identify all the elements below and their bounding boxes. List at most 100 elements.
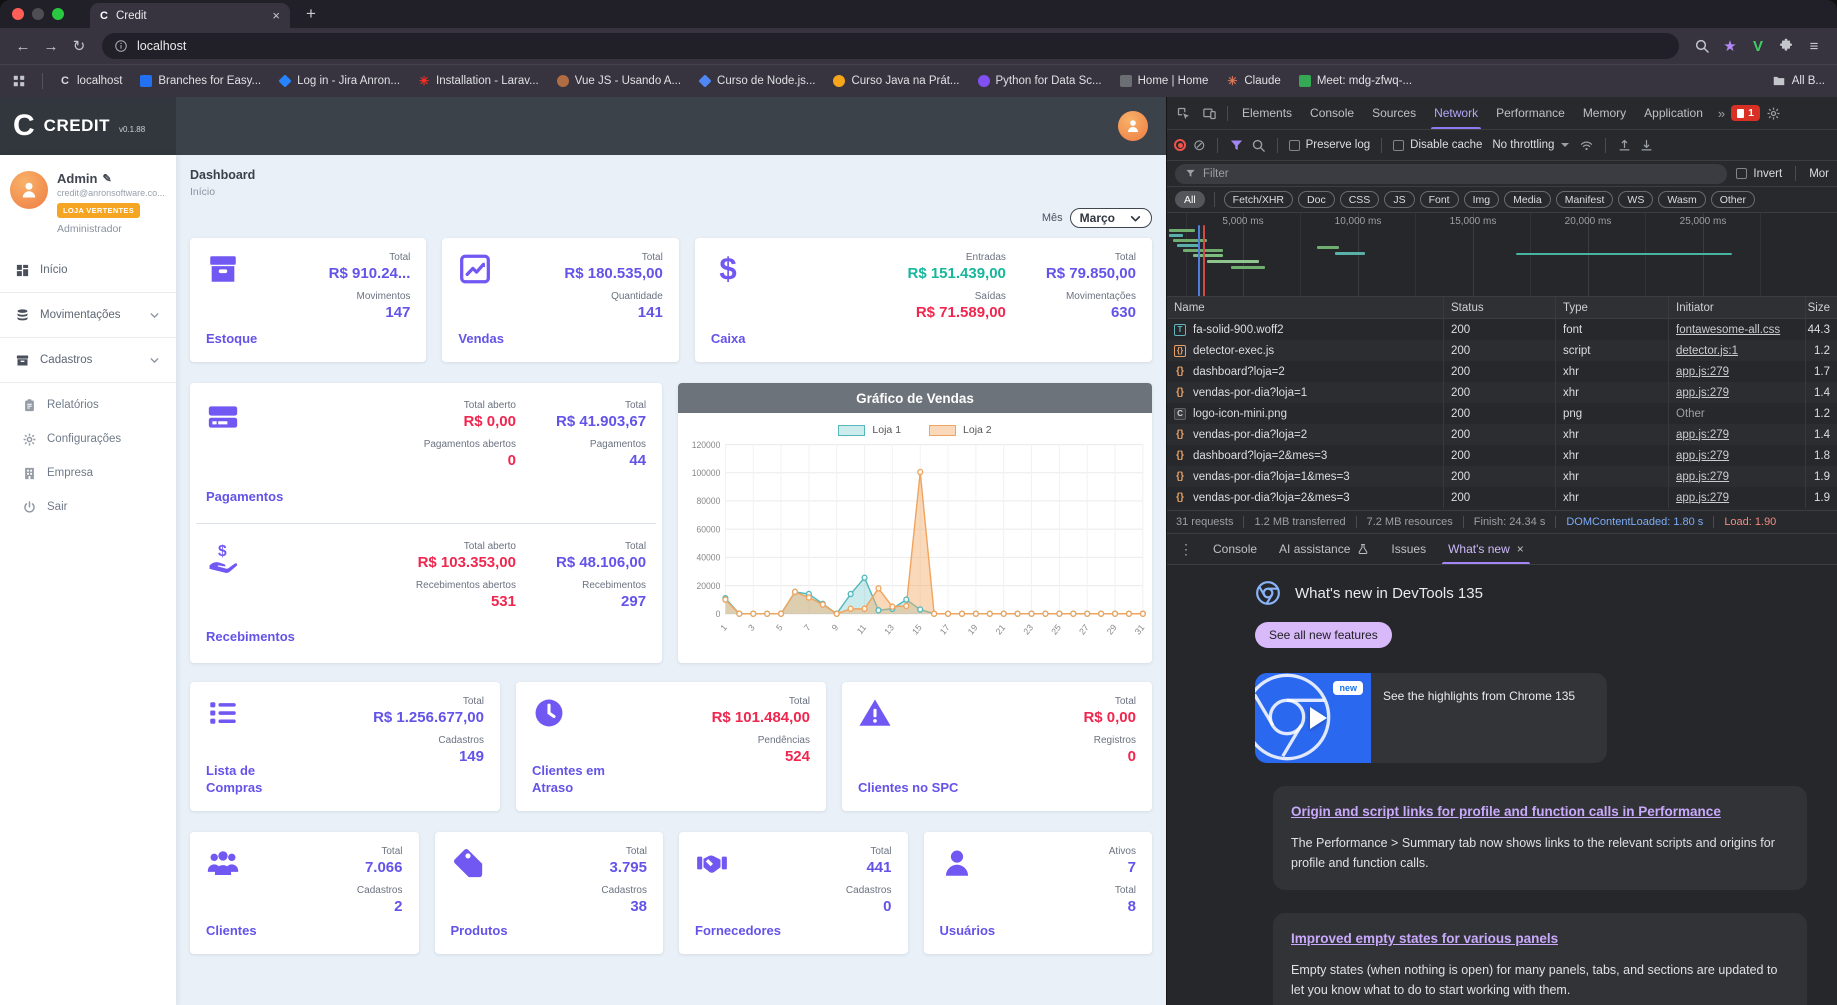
column-header-size[interactable]: Size — [1806, 297, 1837, 318]
clear-network-log-icon[interactable]: ⊘ — [1193, 138, 1206, 153]
bookmark-item[interactable]: ✳ Installation - Larav... — [418, 75, 539, 87]
search-tabs-icon[interactable] — [1689, 38, 1715, 54]
all-bookmarks-button[interactable]: All B... — [1772, 74, 1825, 88]
network-overview-timeline[interactable]: 5,000 ms 10,000 ms 15,000 ms 20,000 ms 25,00… — [1167, 213, 1837, 297]
drawer-tab-what-s-new[interactable]: What's new × — [1437, 534, 1535, 564]
close-window-icon[interactable] — [12, 8, 24, 20]
drawer-tab-ai-assistance[interactable]: AI assistance — [1268, 534, 1380, 564]
sidebar-item-empresa[interactable]: Empresa — [0, 456, 176, 490]
table-row[interactable]: {} vendas-por-dia?loja=2 200 xhr app.js:279 1… — [1167, 424, 1837, 445]
month-select[interactable]: Março — [1069, 208, 1152, 228]
table-row[interactable]: {} vendas-por-dia?loja=1 200 xhr app.js:279 1… — [1167, 382, 1837, 403]
inspect-element-icon[interactable] — [1171, 101, 1196, 126]
filter-icon[interactable] — [1229, 138, 1244, 153]
back-icon[interactable]: ← — [10, 38, 36, 55]
record-network-log-icon[interactable] — [1174, 139, 1186, 151]
bookmark-item[interactable]: Python for Data Sc... — [977, 75, 1102, 87]
sidebar-item-cadastros[interactable]: Cadastros — [0, 343, 176, 377]
invert-filter-checkbox[interactable]: Invert — [1736, 168, 1782, 180]
sidebar-item-sair[interactable]: Sair — [0, 490, 176, 524]
filter-chip-css[interactable]: CSS — [1339, 191, 1380, 208]
devtools-tab-console[interactable]: Console — [1301, 97, 1363, 129]
more-tabs-icon[interactable]: » — [1713, 106, 1730, 121]
video-thumbnail[interactable]: new — [1255, 673, 1371, 763]
devtools-tab-elements[interactable]: Elements — [1233, 97, 1301, 129]
tab-close-icon[interactable]: × — [272, 9, 280, 22]
devtools-tab-performance[interactable]: Performance — [1487, 97, 1574, 129]
initiator-link[interactable]: app.js:279 — [1676, 492, 1729, 504]
devtools-settings-icon[interactable] — [1761, 101, 1786, 126]
article-title-link[interactable]: Origin and script links for profile and … — [1291, 803, 1721, 821]
article-title-link[interactable]: Improved empty states for various panels — [1291, 930, 1558, 948]
network-conditions-icon[interactable] — [1579, 138, 1594, 153]
filter-chip-img[interactable]: Img — [1463, 191, 1500, 208]
site-info-icon[interactable] — [114, 39, 128, 53]
drawer-tab-console[interactable]: Console — [1202, 534, 1268, 564]
bookmark-item[interactable]: Curso de Node.js... — [698, 75, 815, 87]
bookmark-star-icon[interactable]: ★ — [1717, 37, 1743, 55]
drawer-menu-icon[interactable]: ⋮ — [1173, 541, 1200, 558]
import-har-icon[interactable] — [1617, 138, 1632, 153]
search-network-icon[interactable] — [1251, 138, 1266, 153]
new-tab-button[interactable]: + — [306, 4, 316, 24]
vue-devtools-icon[interactable]: V — [1745, 38, 1771, 55]
preserve-log-checkbox[interactable]: Preserve log — [1288, 139, 1370, 151]
devtools-tab-memory[interactable]: Memory — [1574, 97, 1635, 129]
sidebar-item-movimentac-o-es[interactable]: Movimentações — [0, 298, 176, 332]
app-logo[interactable]: C CREDIT v0.1.88 — [0, 97, 176, 155]
see-all-features-button[interactable]: See all new features — [1255, 622, 1392, 648]
table-row[interactable]: {} detector-exec.js 200 script detector.js:1… — [1167, 340, 1837, 361]
user-avatar[interactable] — [1118, 111, 1148, 141]
profile-avatar[interactable] — [10, 171, 48, 209]
filter-chip-all[interactable]: All — [1175, 191, 1205, 208]
devtools-tab-network[interactable]: Network — [1425, 97, 1487, 129]
initiator-link[interactable]: app.js:279 — [1676, 366, 1729, 378]
column-header-name[interactable]: Name — [1167, 297, 1444, 318]
initiator-link[interactable]: detector.js:1 — [1676, 345, 1738, 357]
browser-tab[interactable]: C Credit × — [90, 3, 290, 28]
bookmark-item[interactable]: Home | Home — [1119, 75, 1208, 87]
more-filters-label[interactable]: Mor — [1809, 168, 1829, 180]
initiator-link[interactable]: fontawesome-all.css — [1676, 324, 1780, 336]
filter-chip-fetch-xhr[interactable]: Fetch/XHR — [1223, 191, 1294, 208]
filter-chip-manifest[interactable]: Manifest — [1555, 191, 1614, 208]
apps-grid-icon[interactable] — [12, 74, 26, 88]
devtools-tab-application[interactable]: Application — [1635, 97, 1712, 129]
address-bar[interactable]: localhost — [102, 33, 1679, 59]
table-row[interactable]: {} vendas-por-dia?loja=1&mes=3 200 xhr app.j… — [1167, 466, 1837, 487]
bookmark-item[interactable]: Branches for Easy... — [140, 75, 261, 87]
close-icon[interactable]: × — [1517, 542, 1524, 556]
filter-chip-other[interactable]: Other — [1710, 191, 1755, 208]
play-icon[interactable] — [1309, 707, 1327, 729]
bookmark-item[interactable]: Clocalhost — [59, 75, 122, 87]
filter-chip-wasm[interactable]: Wasm — [1658, 191, 1706, 208]
initiator-link[interactable]: app.js:279 — [1676, 429, 1729, 441]
devtools-tab-sources[interactable]: Sources — [1363, 97, 1425, 129]
bookmark-item[interactable]: Vue JS - Usando A... — [556, 75, 681, 87]
forward-icon[interactable]: → — [38, 38, 64, 55]
table-row[interactable]: {} vendas-por-dia?loja=2&mes=3 200 xhr app.j… — [1167, 487, 1837, 508]
bookmark-item[interactable]: Curso Java na Prát... — [833, 75, 960, 87]
extensions-puzzle-icon[interactable] — [1773, 38, 1799, 54]
bookmark-item[interactable]: Log in - Jira Anron... — [278, 75, 400, 87]
network-filter-input[interactable]: Filter — [1175, 163, 1728, 184]
minimize-window-icon[interactable] — [32, 8, 44, 20]
initiator-link[interactable]: app.js:279 — [1676, 387, 1729, 399]
filter-chip-js[interactable]: JS — [1384, 191, 1415, 208]
device-toolbar-icon[interactable] — [1197, 101, 1222, 126]
edit-pencil-icon[interactable]: ✎ — [102, 172, 111, 185]
column-header-initiator[interactable]: Initiator — [1669, 297, 1806, 318]
error-badge[interactable]: 1 — [1731, 105, 1760, 121]
highlight-video-card[interactable]: new See the highlights from Chrome 135 — [1255, 673, 1607, 763]
throttling-select[interactable]: No throttling — [1489, 139, 1572, 151]
table-row[interactable]: {} dashboard?loja=2 200 xhr app.js:279 1.7 — [1167, 361, 1837, 382]
disable-cache-checkbox[interactable]: Disable cache — [1393, 139, 1482, 151]
drawer-tab-issues[interactable]: Issues — [1380, 534, 1437, 564]
filter-chip-font[interactable]: Font — [1419, 191, 1459, 208]
column-header-status[interactable]: Status — [1444, 297, 1556, 318]
browser-menu-icon[interactable]: ≡ — [1801, 38, 1827, 55]
initiator-link[interactable]: app.js:279 — [1676, 450, 1729, 462]
reload-icon[interactable]: ↻ — [66, 37, 92, 55]
filter-chip-media[interactable]: Media — [1504, 191, 1551, 208]
sidebar-item-relato-rios[interactable]: Relatórios — [0, 388, 176, 422]
